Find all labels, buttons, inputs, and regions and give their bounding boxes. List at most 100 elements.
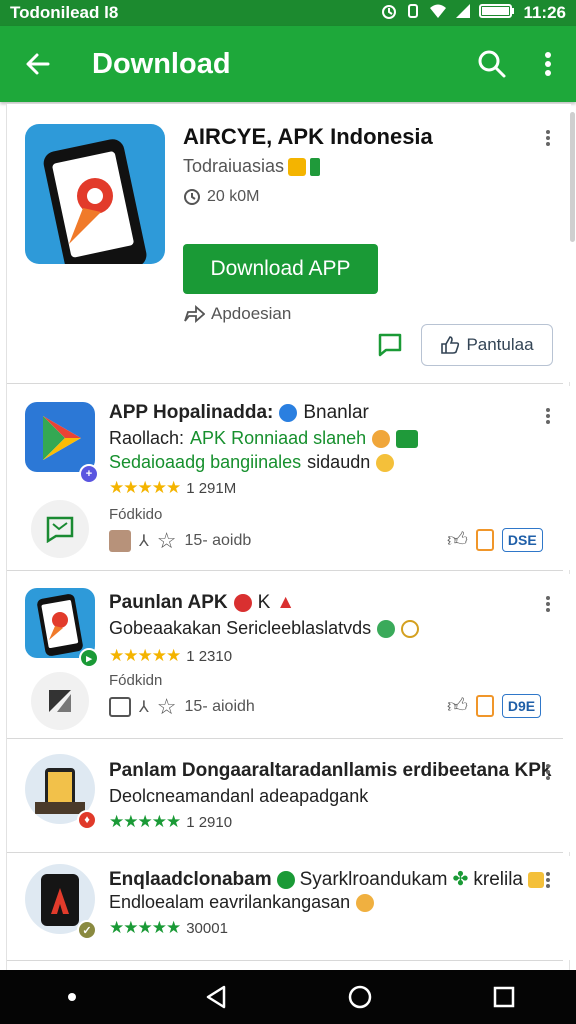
tag-button[interactable]: DSE [501,528,543,552]
copy-icon[interactable] [475,695,494,717]
emoji-icon [401,619,420,638]
nav-recents-button[interactable] [474,970,534,1024]
list-sub-icon[interactable] [31,672,89,730]
app-bar: Download [0,26,576,102]
star-outline-icon[interactable]: ☆ [157,694,177,720]
list-item-actions-count: 15- aoidb [184,532,252,549]
download-app-button[interactable]: Download APP [183,244,378,294]
badge-icon: ♦ [77,810,97,830]
search-icon [478,50,506,78]
image-icon [109,697,131,717]
message-icon [46,516,74,543]
share-action[interactable]: Apdoesian [183,304,291,324]
list-item-title-suffix: K [257,592,271,613]
emoji-icon [396,429,419,448]
list-item[interactable]: ✓ Enqlaadclonabam Syarklroandukam ✤ krel… [7,856,571,960]
list-item-line2: Gobeaakakan Sericleeblaslatvds [109,618,372,638]
more-vert-icon [545,52,551,76]
status-time: 11:26 [523,3,566,22]
nav-dot-button[interactable] [42,970,102,1024]
featured-app-size: 20 k0M [207,188,260,205]
status-bar: Todonilead l8 11:26 [0,0,576,26]
person-icon: ⅄ [139,533,149,550]
avatar [109,530,131,552]
back-triangle-icon [206,985,226,1009]
emoji-icon [372,429,391,448]
screen: { "status_bar": {"left_text": "Todonilea… [0,0,576,1024]
back-button[interactable] [0,26,76,102]
thumb-up-icon[interactable]: 👍︎ [447,694,468,718]
list-item-title: Panlam Dongaaraltaradanllamis erdibeetan… [109,760,552,781]
copy-icon[interactable] [475,529,494,551]
emoji-icon [276,870,295,889]
list-item-line3-suffix: sidaudn [307,452,371,472]
list-item-line2: APK Ronniaad slaneh [190,428,367,448]
more-vert-icon [546,408,550,424]
list-item-more-button[interactable] [538,404,558,428]
overflow-menu-button[interactable] [520,26,576,102]
list-item[interactable]: + APP Hopalinadda: Bnanlar Raollach: APK… [7,386,571,570]
emoji-icon [376,453,395,472]
list-sub-icon[interactable] [31,500,89,558]
divider [7,852,563,853]
nav-back-button[interactable] [186,970,246,1024]
search-button[interactable] [464,26,520,102]
list-item-more-button[interactable] [538,760,558,784]
emoji-icon [310,157,321,176]
badge-icon: + [79,464,99,484]
list-app-icon[interactable] [25,588,95,658]
clock-icon [184,189,200,205]
list-item-title: Paunlan APK [109,592,228,613]
list-item-sub-label: Fódkido [109,506,163,523]
nav-home-button[interactable] [330,970,390,1024]
star-rating-icon: ★★★★★ [109,646,181,665]
featured-app-card[interactable]: AIRCYE, APK Indonesia Todraiuasias 20 k0… [7,104,571,382]
list-item-sub-label: Fódkidn [109,672,163,689]
more-vert-icon [546,596,550,612]
badge-icon: ▸ [79,648,99,668]
divider [7,570,563,571]
list-item[interactable]: ♦ Panlam Dongaaraltaradanllamis erdibeet… [7,744,571,852]
recents-square-icon [493,986,515,1008]
list-item-line2-prefix: Raollach: [109,428,185,448]
rating-value: 1 2910 [186,813,233,831]
list-item-more-button[interactable] [538,592,558,616]
list-item-title-suffix2: krelila [473,868,523,890]
status-carrier-text: Todonilead l8 [10,3,119,22]
emoji-icon [377,619,396,638]
rate-button[interactable]: Pantulaa [421,324,553,366]
thumb-up-icon[interactable]: 👍︎ [447,528,468,552]
arrow-back-icon [26,53,50,75]
list-item-title: APP Hopalinadda: [109,402,274,423]
content-list: AIRCYE, APK Indonesia Todraiuasias 20 k0… [6,104,571,970]
list-item-title-suffix: Bnanlar [303,402,369,423]
featured-more-button[interactable] [538,126,558,150]
home-circle-icon [348,985,372,1009]
wifi-icon [429,3,447,24]
list-item-more-button[interactable] [538,868,558,892]
badge-icon: ✓ [77,920,97,940]
star-outline-icon[interactable]: ☆ [157,528,177,554]
rate-label: Pantulaa [466,335,534,354]
vibrate-icon [405,3,421,24]
featured-app-icon[interactable] [25,124,165,264]
system-nav-bar [0,970,576,1024]
verified-icon [279,404,298,422]
comment-button[interactable] [377,332,405,358]
person-icon: ⅄ [139,699,149,716]
emoji-icon [356,893,375,912]
more-vert-icon [546,872,550,888]
star-rating-icon: ★★★★★ [109,918,181,937]
star-rating-icon: ★★★★★ [109,478,181,497]
star-rating-icon: ★★★★★ [109,812,181,831]
warning-icon: ▲ [276,592,296,613]
rating-value: 30001 [186,919,228,937]
divider [7,960,563,961]
divider [7,738,563,739]
tag-button[interactable]: D9E [501,694,542,718]
signal-icon [455,3,471,24]
featured-app-title: AIRCYE, APK Indonesia [183,124,433,149]
scrollbar[interactable] [570,112,575,242]
list-app-icon[interactable] [25,402,95,472]
list-item[interactable]: ▸ Paunlan APK K ▲ Gobeaakakan Sericleebl… [7,574,571,748]
